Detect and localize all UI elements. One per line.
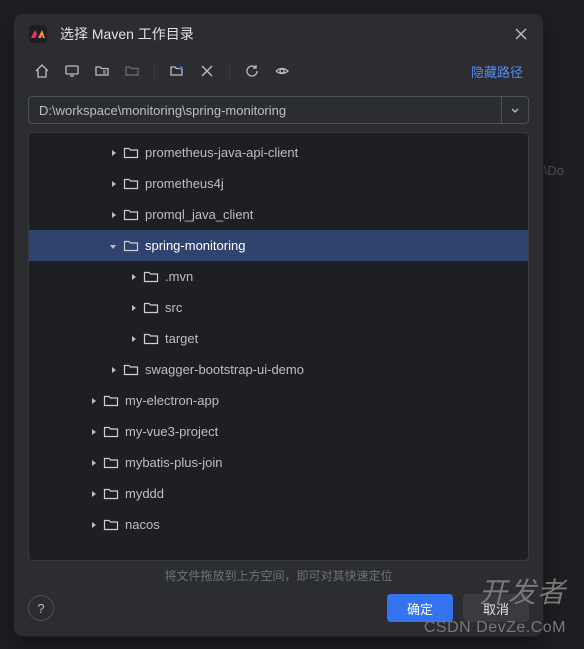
tree-node-label: myddd xyxy=(125,486,164,501)
path-input[interactable] xyxy=(28,96,501,124)
show-hidden-icon[interactable] xyxy=(268,58,296,84)
tree-node[interactable]: target xyxy=(29,323,528,354)
folder-icon xyxy=(103,393,119,409)
chevron-right-icon[interactable] xyxy=(105,207,121,223)
tree-node[interactable]: spring-monitoring xyxy=(29,230,528,261)
folder-icon xyxy=(103,486,119,502)
tree-node-label: src xyxy=(165,300,182,315)
ok-button[interactable]: 确定 xyxy=(387,594,453,622)
separator xyxy=(229,61,230,81)
refresh-icon[interactable] xyxy=(238,58,266,84)
toolbar: 隐藏路径 xyxy=(14,54,543,92)
path-bar xyxy=(28,96,529,124)
new-folder-icon[interactable] xyxy=(163,58,191,84)
tree-node-label: nacos xyxy=(125,517,160,532)
folder-icon xyxy=(123,207,139,223)
titlebar: 选择 Maven 工作目录 xyxy=(14,14,543,54)
folder-icon xyxy=(143,269,159,285)
folder-icon xyxy=(103,517,119,533)
tree-node-label: mybatis-plus-join xyxy=(125,455,223,470)
tree-node[interactable]: prometheus4j xyxy=(29,168,528,199)
chevron-right-icon[interactable] xyxy=(125,300,141,316)
tree-node[interactable]: prometheus-java-api-client xyxy=(29,137,528,168)
separator xyxy=(154,61,155,81)
chevron-right-icon[interactable] xyxy=(105,362,121,378)
tree-node[interactable]: nacos xyxy=(29,509,528,540)
tree-node-label: target xyxy=(165,331,198,346)
tree-node-label: my-vue3-project xyxy=(125,424,218,439)
tree-node[interactable]: my-electron-app xyxy=(29,385,528,416)
help-button[interactable]: ? xyxy=(28,595,54,621)
folder-icon xyxy=(123,145,139,161)
module-icon xyxy=(118,58,146,84)
tree-node-label: .mvn xyxy=(165,269,193,284)
chevron-right-icon[interactable] xyxy=(105,145,121,161)
chevron-right-icon[interactable] xyxy=(105,176,121,192)
tree-node-label: spring-monitoring xyxy=(145,238,245,253)
app-icon xyxy=(28,24,48,44)
tree-node[interactable]: src xyxy=(29,292,528,323)
chevron-down-icon[interactable] xyxy=(105,238,121,254)
tree-node[interactable]: myddd xyxy=(29,478,528,509)
folder-icon xyxy=(103,424,119,440)
project-icon[interactable] xyxy=(88,58,116,84)
drop-hint: 将文件拖放到上方空间，即可对其快速定位 xyxy=(14,561,543,594)
chevron-right-icon[interactable] xyxy=(125,269,141,285)
desktop-icon[interactable] xyxy=(58,58,86,84)
watermark: 开发者 xyxy=(479,571,566,611)
home-icon[interactable] xyxy=(28,58,56,84)
folder-icon xyxy=(123,238,139,254)
delete-icon[interactable] xyxy=(193,58,221,84)
close-icon[interactable] xyxy=(513,26,529,42)
folder-icon xyxy=(103,455,119,471)
chevron-right-icon[interactable] xyxy=(85,424,101,440)
folder-tree[interactable]: prometheus-java-api-client prometheus4j pr… xyxy=(28,132,529,561)
folder-icon xyxy=(143,331,159,347)
chevron-right-icon[interactable] xyxy=(85,517,101,533)
tree-node[interactable]: promql_java_client xyxy=(29,199,528,230)
tree-node[interactable]: .mvn xyxy=(29,261,528,292)
path-dropdown[interactable] xyxy=(501,96,529,124)
tree-node-label: swagger-bootstrap-ui-demo xyxy=(145,362,304,377)
folder-icon xyxy=(123,176,139,192)
watermark: CSDN DevZe.CoM xyxy=(424,619,566,637)
tree-node-label: promql_java_client xyxy=(145,207,253,222)
chevron-right-icon[interactable] xyxy=(85,455,101,471)
folder-icon xyxy=(143,300,159,316)
tree-node-label: my-electron-app xyxy=(125,393,219,408)
tree-node[interactable]: my-vue3-project xyxy=(29,416,528,447)
chevron-right-icon[interactable] xyxy=(125,331,141,347)
tree-node[interactable]: mybatis-plus-join xyxy=(29,447,528,478)
tree-node-label: prometheus-java-api-client xyxy=(145,145,298,160)
hide-path-link[interactable]: 隐藏路径 xyxy=(465,62,529,81)
chevron-right-icon[interactable] xyxy=(85,486,101,502)
chevron-right-icon[interactable] xyxy=(85,393,101,409)
folder-icon xyxy=(123,362,139,378)
dialog-title: 选择 Maven 工作目录 xyxy=(60,24,501,44)
tree-node[interactable]: swagger-bootstrap-ui-demo xyxy=(29,354,528,385)
tree-node-label: prometheus4j xyxy=(145,176,224,191)
dialog: 选择 Maven 工作目录 隐藏路径 prometheus-java-api-c… xyxy=(13,13,544,637)
